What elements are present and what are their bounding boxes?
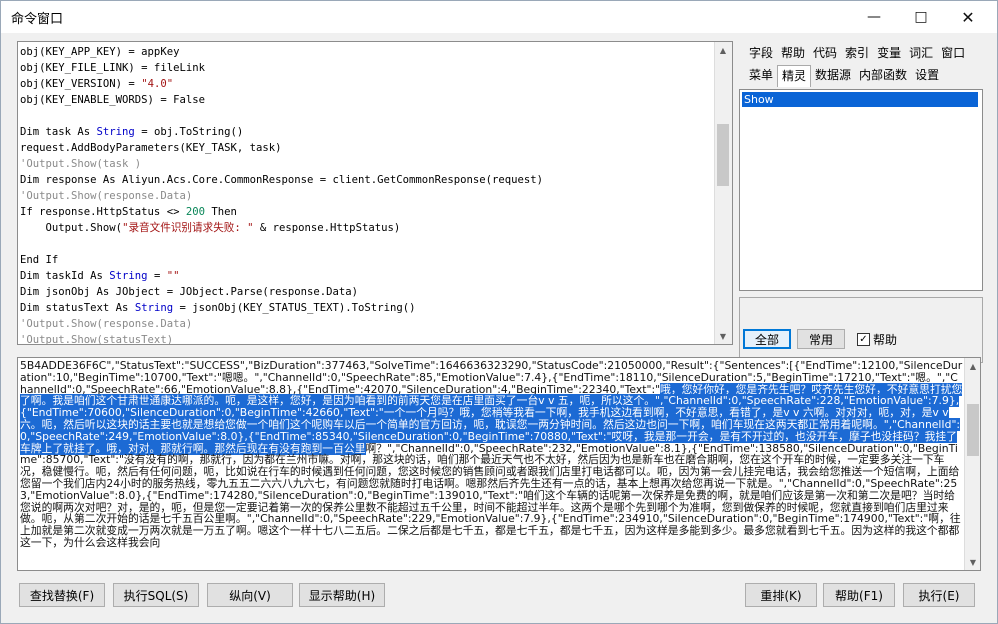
code-line: If response.HttpStatus <> 200 Then	[20, 206, 237, 218]
command-window: 命令窗口 — □ ✕ obj(KEY_APP_KEY) = appKey obj(…	[0, 0, 998, 624]
tab-row2[interactable]: 精灵	[777, 65, 812, 87]
tab-row2[interactable]: 数据源	[811, 65, 855, 87]
scroll-down-icon[interactable]: ▼	[715, 328, 731, 344]
vertical-button[interactable]: 纵向(V)	[207, 583, 293, 607]
tab-row1[interactable]: 索引	[841, 43, 873, 65]
code-line: 'Output.Show(statusText)	[20, 334, 174, 345]
code-line: Output.Show("录音文件识别请求失败: " & response.Ht…	[20, 222, 401, 234]
title-bar[interactable]: 命令窗口 — □ ✕	[1, 1, 997, 33]
help-checkbox-label: 帮助	[873, 333, 898, 347]
output-text: 5B4ADDE36F6C","StatusText":"SUCCESS","Bi…	[20, 360, 964, 549]
code-line: Dim jsonObj As JObject = JObject.Parse(r…	[20, 286, 359, 298]
execute-button[interactable]: 执行(E)	[903, 583, 975, 607]
output-scroll-down-icon[interactable]: ▼	[965, 554, 980, 570]
panel-tabs-row1: 字段 帮助 代码 索引 变量 词汇 窗口	[745, 43, 969, 65]
tab-row1[interactable]: 变量	[873, 43, 905, 65]
output-scroll-thumb[interactable]	[967, 404, 979, 456]
code-line: Dim response As Aliyun.Acs.Core.CommonRe…	[20, 174, 543, 186]
close-icon[interactable]: ✕	[945, 1, 991, 33]
code-line: obj(KEY_ENABLE_WORDS) = False	[20, 94, 205, 106]
tab-row2[interactable]: 内部函数	[855, 65, 911, 87]
tab-row1[interactable]: 字段	[745, 43, 777, 65]
find-replace-button[interactable]: 查找替换(F)	[19, 583, 105, 607]
code-line: Dim taskId As String = ""	[20, 270, 180, 282]
code-line: obj(KEY_FILE_LINK) = fileLink	[20, 62, 205, 74]
filter-all-button[interactable]: 全部	[743, 329, 791, 349]
output-vertical-scrollbar[interactable]: ▲ ▼	[964, 358, 980, 570]
code-line: request.AddBodyParameters(KEY_TASK, task…	[20, 142, 282, 154]
scroll-up-icon[interactable]: ▲	[715, 42, 731, 58]
panel-tabs-row2: 菜单 精灵 数据源 内部函数 设置	[745, 65, 943, 87]
output-area[interactable]: 5B4ADDE36F6C","StatusText":"SUCCESS","Bi…	[17, 357, 981, 571]
reset-button[interactable]: 重排(K)	[745, 583, 817, 607]
scroll-thumb[interactable]	[717, 124, 729, 186]
maximize-icon[interactable]: □	[898, 1, 944, 33]
tab-row2[interactable]: 菜单	[745, 65, 777, 87]
code-line: obj(KEY_APP_KEY) = appKey	[20, 46, 180, 58]
window-title: 命令窗口	[11, 12, 64, 27]
output-scroll-up-icon[interactable]: ▲	[965, 358, 980, 374]
code-line: 'Output.Show(task )	[20, 158, 142, 170]
checkbox-check-icon[interactable]: ✓	[857, 333, 870, 346]
code-line: Dim statusText As String = jsonObj(KEY_S…	[20, 302, 416, 314]
filter-common-button[interactable]: 常用	[797, 329, 845, 349]
help-button[interactable]: 帮助(F1)	[823, 583, 895, 607]
code-editor[interactable]: obj(KEY_APP_KEY) = appKey obj(KEY_FILE_LI…	[17, 41, 733, 345]
tab-row1[interactable]: 窗口	[937, 43, 969, 65]
show-help-button[interactable]: 显示帮助(H)	[299, 583, 385, 607]
code-lines: obj(KEY_APP_KEY) = appKey obj(KEY_FILE_LI…	[20, 44, 716, 345]
tab-row2[interactable]: 设置	[911, 65, 943, 87]
item-list[interactable]: Show	[739, 89, 983, 291]
list-item[interactable]: Show	[742, 92, 978, 107]
code-line: Dim task As String = obj.ToString()	[20, 126, 244, 138]
tab-row1[interactable]: 代码	[809, 43, 841, 65]
code-line: 'Output.Show(response.Data)	[20, 190, 193, 202]
code-line: obj(KEY_VERSION) = "4.0"	[20, 78, 174, 90]
output-segment: 啊？","ChannelId":0,"SpeechRate":232,"Emot…	[20, 441, 961, 549]
code-line: 'Output.Show(response.Data)	[20, 318, 193, 330]
code-line: End If	[20, 254, 59, 266]
assistant-panel: 字段 帮助 代码 索引 变量 词汇 窗口 菜单 精灵 数据源 内部函数 设置 Show	[739, 41, 993, 363]
exec-sql-button[interactable]: 执行SQL(S)	[113, 583, 199, 607]
minimize-icon[interactable]: —	[851, 1, 897, 33]
tab-row1[interactable]: 词汇	[905, 43, 937, 65]
help-checkbox[interactable]: ✓ 帮助	[857, 331, 897, 348]
code-vertical-scrollbar[interactable]: ▲ ▼	[714, 42, 732, 344]
tab-row1[interactable]: 帮助	[777, 43, 809, 65]
